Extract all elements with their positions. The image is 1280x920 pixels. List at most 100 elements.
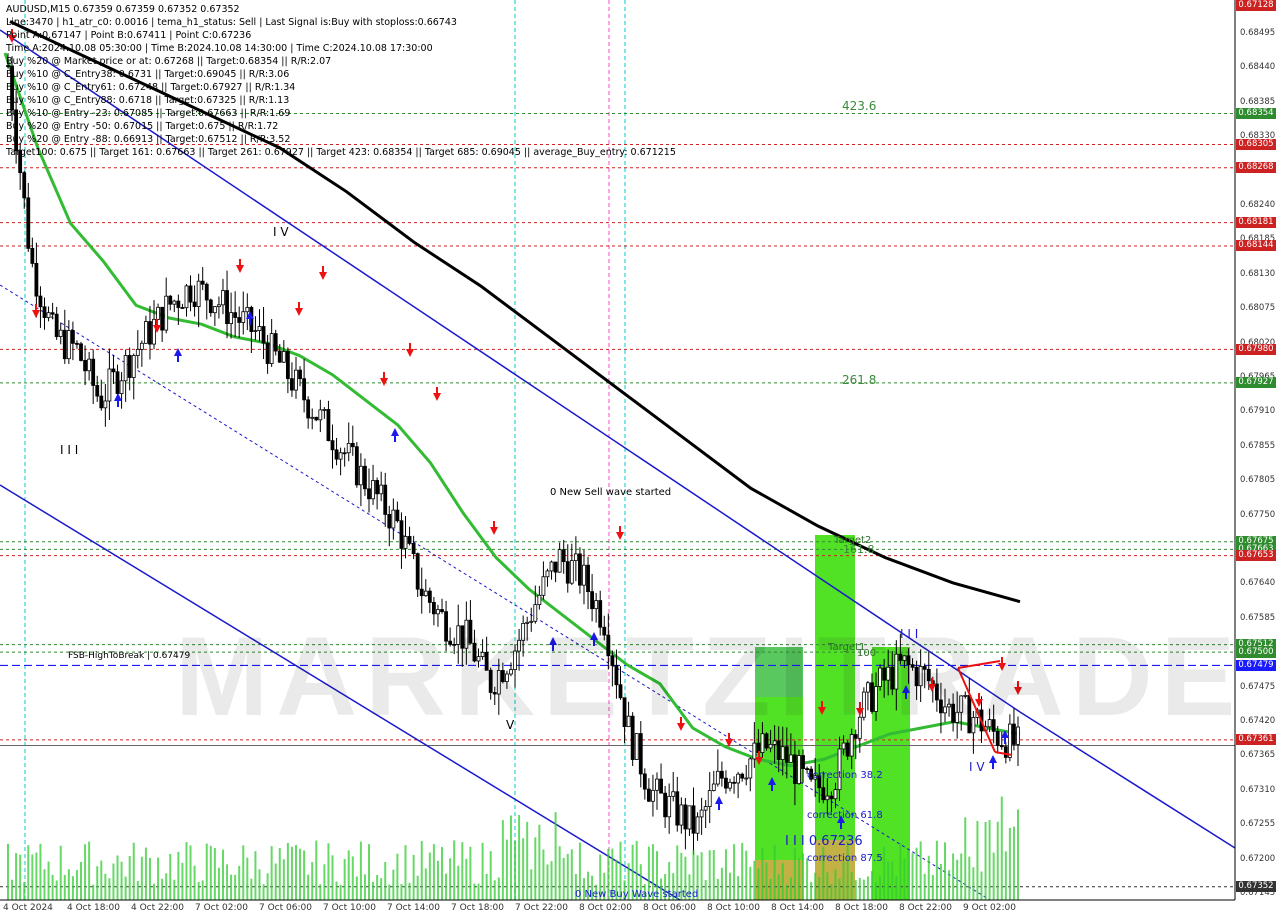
candle-body	[415, 553, 420, 590]
candle-body	[586, 564, 590, 593]
candle-body	[58, 329, 63, 337]
candle-body	[354, 446, 359, 486]
candle-body	[573, 553, 578, 562]
candle-body	[736, 773, 741, 784]
candle-body	[642, 773, 647, 790]
candle-body	[845, 742, 850, 757]
price-tick-label: 0.67255	[1240, 819, 1276, 830]
candle-body	[269, 333, 274, 364]
candle-body	[395, 509, 400, 522]
candle-body	[728, 781, 732, 789]
candle-body	[200, 280, 205, 285]
candle-body	[217, 304, 221, 308]
candle-body	[46, 312, 51, 318]
candle-body	[241, 311, 246, 323]
candle-body	[87, 358, 92, 372]
candle-body	[537, 594, 542, 606]
candle-body	[549, 561, 554, 572]
candle-body	[801, 755, 805, 769]
candle-body	[310, 416, 315, 419]
price-tick-label: 0.67910	[1240, 406, 1276, 417]
price-tick-label: 0.68240	[1240, 200, 1276, 210]
info-entry-minus23: Buy %10 @ Entry -23: 0.67085 || Target:0…	[6, 108, 291, 119]
candle-body	[221, 290, 225, 306]
candle-body	[79, 343, 83, 361]
candle-body	[180, 307, 185, 309]
candle-body	[261, 326, 266, 344]
candle-body	[107, 368, 112, 402]
price-level-label: 0.67653	[1236, 550, 1276, 562]
candle-body	[407, 536, 412, 544]
candle-body	[553, 561, 558, 573]
info-times-line: Time A:2024.10.08 05:30:00 | Time B:2024…	[6, 43, 433, 54]
candle-body	[667, 795, 672, 818]
candle-body	[427, 590, 432, 603]
candle-body	[403, 536, 408, 549]
candle-body	[675, 791, 680, 826]
target-423-label: 423.6	[842, 99, 877, 113]
correction-87-label: correction 87.5	[807, 853, 883, 864]
candle-body	[715, 770, 720, 785]
info-entry-38: Buy %10 @ C_Entry38: 0.6731 || Target:0.…	[6, 69, 290, 80]
candle-body	[703, 806, 708, 811]
wave-iii-2-label: I I I	[900, 627, 919, 641]
candle-body	[204, 283, 209, 301]
price-tick-label: 0.67640	[1240, 578, 1276, 589]
candle-body	[192, 301, 197, 307]
price-level-label: 0.67927	[1236, 377, 1276, 389]
candle-body	[744, 777, 749, 780]
candle-body	[707, 790, 712, 807]
candle-body	[294, 369, 298, 391]
candle-body	[663, 792, 668, 818]
info-targets-line: Target100: 0.675 || Target 161: 0.67663 …	[6, 147, 676, 158]
candle-body	[772, 740, 777, 745]
info-entry-88: Buy %10 @ C_Entry88: 0.6718 || Target:0.…	[6, 95, 290, 106]
candle-body	[30, 247, 35, 264]
candle-body	[793, 754, 797, 784]
time-tick-label: 8 Oct 06:00	[643, 903, 696, 913]
candle-body	[298, 369, 302, 380]
time-tick-label: 8 Oct 22:00	[899, 903, 952, 913]
candle-body	[75, 342, 79, 345]
watermark-text: MARKETZITRADE	[175, 614, 1244, 739]
price-level-label: 0.68144	[1236, 240, 1276, 252]
candle-body	[152, 318, 156, 345]
candle-body	[302, 378, 307, 401]
candle-body	[156, 306, 160, 320]
price-tick-label: 0.67855	[1240, 440, 1276, 451]
candle-body	[277, 350, 282, 363]
candle-body	[419, 588, 424, 597]
candle-body	[557, 549, 562, 573]
time-tick-label: 7 Oct 10:00	[323, 903, 376, 913]
candle-body	[225, 290, 229, 325]
candle-body	[144, 321, 148, 344]
candle-body	[732, 781, 736, 784]
candle-body	[212, 306, 217, 314]
candle-body	[139, 342, 144, 350]
candle-body	[358, 465, 363, 486]
sell-wave-label: 0 New Sell wave started	[550, 487, 672, 498]
candle-body	[578, 553, 582, 586]
candle-body	[131, 355, 136, 378]
time-tick-label: 8 Oct 10:00	[707, 903, 760, 913]
candle-body	[22, 172, 27, 199]
candle-body	[651, 789, 655, 802]
candle-body	[748, 758, 753, 779]
candle-body	[208, 299, 213, 314]
candle-body	[776, 740, 781, 760]
candle-body	[54, 313, 59, 337]
time-tick-label: 7 Oct 06:00	[259, 903, 312, 913]
target-100-label: 100	[857, 648, 877, 659]
point-c-label: I I I 0.67236	[785, 834, 863, 849]
candle-body	[383, 484, 388, 515]
candle-body	[290, 378, 294, 391]
price-tick-label: 0.67310	[1240, 784, 1276, 795]
info-symbol-line: AUDUSD,M15 0.67359 0.67359 0.67352 0.673…	[6, 4, 240, 15]
candle-body	[687, 805, 692, 830]
candle-body	[42, 306, 47, 318]
wave-iv-2-label: I V	[969, 760, 985, 774]
candle-body	[371, 480, 375, 500]
candle-body	[740, 773, 745, 779]
candle-body	[829, 795, 834, 800]
candle-body	[768, 743, 773, 749]
